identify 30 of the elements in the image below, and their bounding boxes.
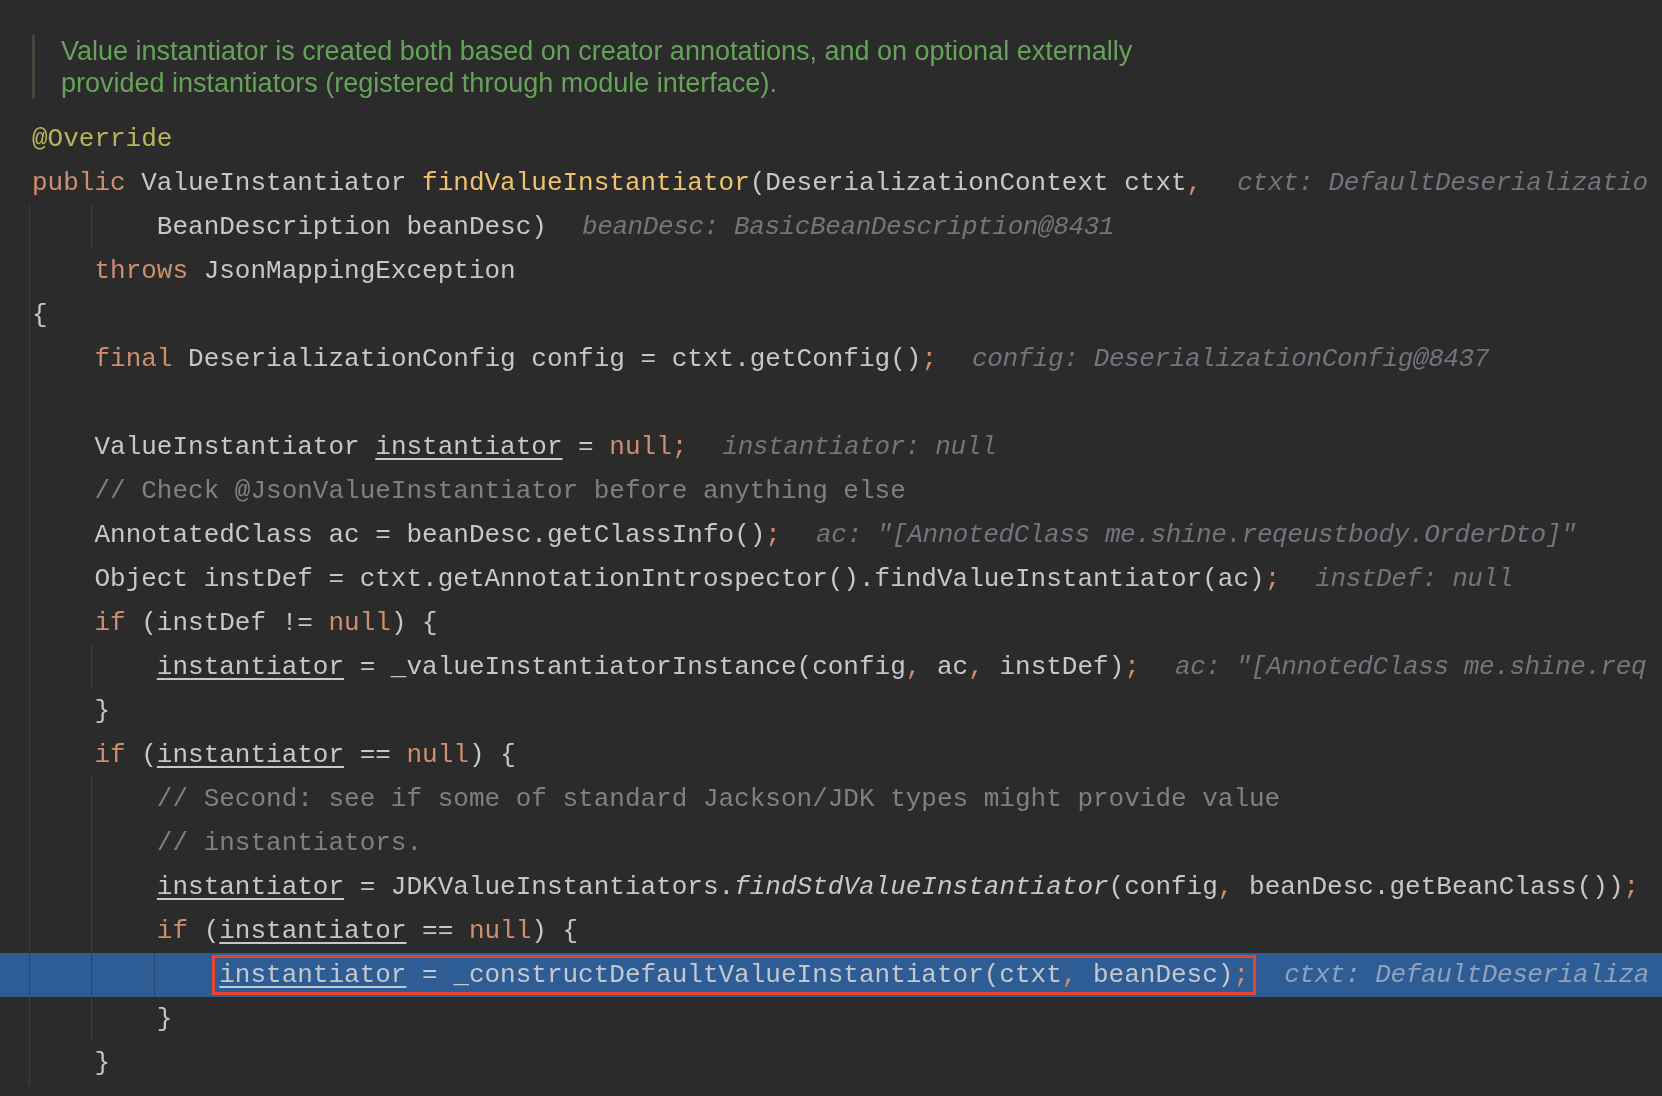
code-line: instantiator = _valueInstantiatorInstance(config, ac, instDef);: [155, 651, 1141, 684]
code-line: BeanDescription beanDesc): [155, 211, 548, 244]
code-comment: // Check @JsonValueInstantiator before anything else: [93, 475, 907, 508]
code-line: AnnotatedClass ac = beanDesc.getClassInfo();: [93, 519, 782, 552]
code-line: {: [31, 299, 49, 332]
inline-value-hint: ac: "[AnnotedClass me.shine.req: [1174, 652, 1647, 682]
code-line: public ValueInstantiator findValueInstantiator(DeserializationContext ctxt,: [31, 167, 1204, 200]
code-line: if (instantiator == null) {: [93, 739, 517, 772]
inline-value-hint: ctxt: DefaultDeserializatio: [1237, 168, 1648, 198]
code-line: if (instantiator == null) {: [155, 915, 580, 948]
inline-value-hint: ac: "[AnnotedClass me.shine.reqeustbody.OrderDto]": [816, 520, 1577, 550]
code-line: ValueInstantiator instantiator = null;: [93, 431, 689, 464]
code-line: throws JsonMappingException: [93, 255, 517, 288]
code-comment: // instantiators.: [155, 827, 424, 860]
doc-comment-line: Value instantiator is created both based on creator annotations, and on optional externally: [61, 35, 1134, 67]
inline-value-hint: instantiator: null: [722, 432, 997, 462]
doc-comment-line: provided instantiators (registered through module interface).: [61, 67, 778, 99]
code-line: if (instDef != null) {: [93, 607, 439, 640]
code-line: instantiator = JDKValueInstantiators.findStdValueInstantiator(config, beanDesc.getBeanClass());: [155, 871, 1641, 904]
code-line: }: [93, 1047, 112, 1080]
inline-value-hint: beanDesc: BasicBeanDescription@8431: [582, 212, 1115, 242]
code-line: Object instDef = ctxt.getAnnotationIntrospector().findValueInstantiator(ac);: [93, 563, 1282, 596]
inline-value-hint: config: DeserializationConfig@8437: [972, 344, 1489, 374]
code-comment: // Second: see if some of standard Jackson/JDK types might provide value: [155, 783, 1282, 816]
code-line: @Override: [31, 123, 174, 156]
inline-value-hint: instDef: null: [1315, 564, 1513, 594]
code-line: final DeserializationConfig config = ctxt.getConfig();: [93, 343, 938, 376]
code-line: }: [155, 1003, 174, 1036]
inline-value-hint: ctxt: DefaultDeserializa: [1284, 960, 1649, 990]
code-line: }: [93, 695, 112, 728]
